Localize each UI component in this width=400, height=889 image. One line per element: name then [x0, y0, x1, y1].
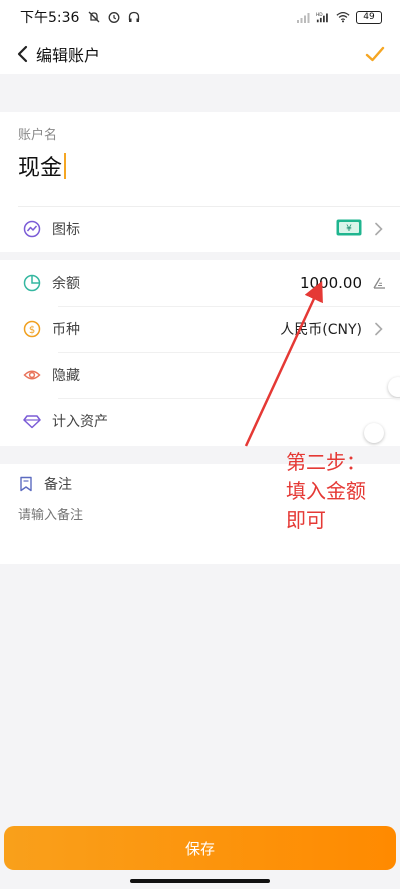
save-button[interactable]: 保存 [4, 826, 396, 870]
annotation-line: 填入金额 [286, 479, 366, 503]
annotation-arrow [244, 280, 323, 447]
annotation-line: 即可 [286, 508, 326, 532]
annotation-line: 第二步： [286, 450, 366, 474]
annotation-text: 第二步： 填入金额 即可 [286, 448, 366, 535]
home-indicator[interactable] [130, 879, 270, 883]
